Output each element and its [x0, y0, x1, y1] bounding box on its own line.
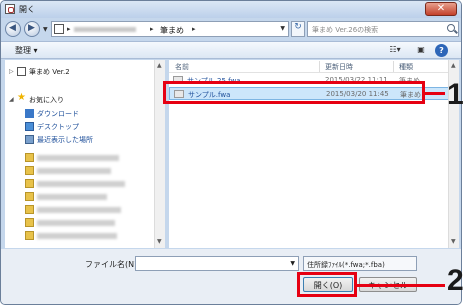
scroll-up-icon[interactable]: ▲: [451, 62, 456, 69]
breadcrumb-current-folder[interactable]: 筆まめ: [160, 25, 184, 36]
blurred-label: [37, 181, 125, 187]
folder-icon: [25, 179, 34, 188]
nav-root-item[interactable]: ▷ 筆まめ Ver.2: [5, 66, 153, 78]
search-placeholder: 筆まめ Ver.26の検索: [312, 26, 379, 34]
blurred-label: [37, 155, 119, 161]
history-dropdown-icon[interactable]: ▼: [43, 26, 48, 33]
folder-icon: [25, 218, 34, 227]
column-header: 名前 更新日時 種類: [169, 60, 459, 73]
nav-item-label: デスクトップ: [37, 123, 79, 131]
blurred-label: [37, 168, 111, 174]
navigation-pane: ▷ 筆まめ Ver.2 ◢ ★ お気に入り ダウンロード デスクトップ 最近表示…: [5, 60, 165, 248]
folder-icon: [25, 153, 34, 162]
back-arrow-icon: ◀: [9, 23, 16, 33]
folder-icon: [25, 192, 34, 201]
address-dropdown-icon[interactable]: ▼: [280, 25, 285, 32]
app-icon: [5, 4, 15, 14]
nav-favorites[interactable]: ◢ ★ お気に入り: [5, 92, 153, 106]
folder-icon: [25, 166, 34, 175]
organize-button[interactable]: 整理 ▾: [15, 45, 38, 56]
download-icon: [25, 109, 34, 118]
refresh-button[interactable]: ↻: [291, 21, 305, 37]
open-dialog: 開く ✕ ◀ ▶ ▼ ▸ ▸ 筆まめ ▸ ▼ ↻ 筆まめ Ver.26の検索 整…: [0, 0, 462, 305]
nav-item-blurred[interactable]: [5, 204, 153, 216]
callout-number: 1: [447, 78, 464, 111]
chevron-down-icon[interactable]: ▼: [290, 260, 295, 267]
callout-number: 2: [447, 264, 464, 297]
nav-item-downloads[interactable]: ダウンロード: [5, 108, 153, 120]
nav-item-desktop[interactable]: デスクトップ: [5, 121, 153, 133]
nav-item-blurred[interactable]: [5, 217, 153, 229]
breadcrumb-separator-icon[interactable]: ▸: [150, 25, 154, 33]
blurred-label: [37, 194, 107, 200]
callout-highlight-file: [163, 81, 425, 104]
breadcrumb-separator-icon[interactable]: ▸: [67, 25, 71, 33]
breadcrumb-blurred-path: [74, 27, 136, 32]
blurred-label: [37, 220, 115, 226]
callout-highlight-open: [297, 272, 357, 297]
filename-label: ファイル名(N):: [85, 260, 140, 269]
app-icon: [17, 67, 26, 76]
folder-icon: [25, 231, 34, 240]
column-type[interactable]: 種類: [399, 62, 413, 72]
search-input[interactable]: 筆まめ Ver.26の検索: [307, 21, 459, 37]
scroll-down-icon[interactable]: ▼: [157, 238, 162, 245]
close-button[interactable]: ✕: [425, 2, 457, 16]
back-button[interactable]: ◀: [5, 21, 21, 37]
help-icon[interactable]: ?: [435, 44, 448, 57]
breadcrumb-separator-icon[interactable]: ▸: [192, 25, 196, 33]
column-date[interactable]: 更新日時: [325, 62, 353, 72]
forward-button[interactable]: ▶: [24, 21, 40, 37]
star-icon: ★: [17, 92, 26, 103]
toolbar: 整理 ▾ ☷▾ ▣ ?: [1, 41, 461, 59]
nav-item-blurred[interactable]: [5, 152, 153, 164]
favorites-label: お気に入り: [29, 96, 64, 104]
column-divider[interactable]: [393, 61, 394, 72]
nav-item-blurred[interactable]: [5, 191, 153, 203]
collapse-arrow-icon[interactable]: ◢: [9, 96, 14, 103]
folder-icon: [25, 205, 34, 214]
nav-item-blurred[interactable]: [5, 230, 153, 242]
title-bar: 開く ✕: [1, 1, 461, 18]
forward-arrow-icon: ▶: [28, 23, 35, 33]
scroll-down-icon[interactable]: ▼: [451, 238, 456, 245]
scroll-up-icon[interactable]: ▲: [157, 62, 162, 69]
filename-input[interactable]: ▼: [135, 256, 299, 271]
file-type-select[interactable]: 住所録ﾌｧｲﾙ(*.fwa;*.fba): [303, 256, 417, 271]
column-divider[interactable]: [319, 61, 320, 72]
callout-line: [425, 92, 445, 95]
desktop-icon: [25, 122, 34, 131]
nav-root-label: 筆まめ Ver.2: [29, 68, 70, 76]
address-row: ◀ ▶ ▼ ▸ ▸ 筆まめ ▸ ▼ ↻ 筆まめ Ver.26の検索: [1, 18, 461, 41]
search-icon: [447, 24, 455, 32]
window-title: 開く: [19, 5, 35, 14]
preview-pane-icon[interactable]: ▣: [415, 45, 427, 56]
location-icon: [54, 24, 64, 34]
nav-item-recent[interactable]: 最近表示した場所: [5, 134, 153, 146]
address-bar[interactable]: ▸ ▸ 筆まめ ▸ ▼: [51, 21, 289, 37]
blurred-label: [37, 233, 117, 239]
view-options-icon[interactable]: ☷▾: [389, 45, 401, 56]
refresh-icon: ↻: [294, 22, 302, 32]
nav-item-blurred[interactable]: [5, 178, 153, 190]
nav-item-label: 最近表示した場所: [37, 136, 93, 144]
dialog-footer: ファイル名(N): ▼ 住所録ﾌｧｲﾙ(*.fwa;*.fba) 開く(O) キ…: [1, 249, 461, 304]
nav-item-blurred[interactable]: [5, 165, 153, 177]
expand-arrow-icon[interactable]: ▷: [9, 68, 14, 75]
blurred-label: [37, 207, 121, 213]
file-type-value: 住所録ﾌｧｲﾙ(*.fwa;*.fba): [307, 261, 385, 269]
nav-item-label: ダウンロード: [37, 110, 79, 118]
recent-places-icon: [25, 135, 34, 144]
callout-line: [357, 284, 445, 287]
column-name[interactable]: 名前: [175, 62, 189, 72]
